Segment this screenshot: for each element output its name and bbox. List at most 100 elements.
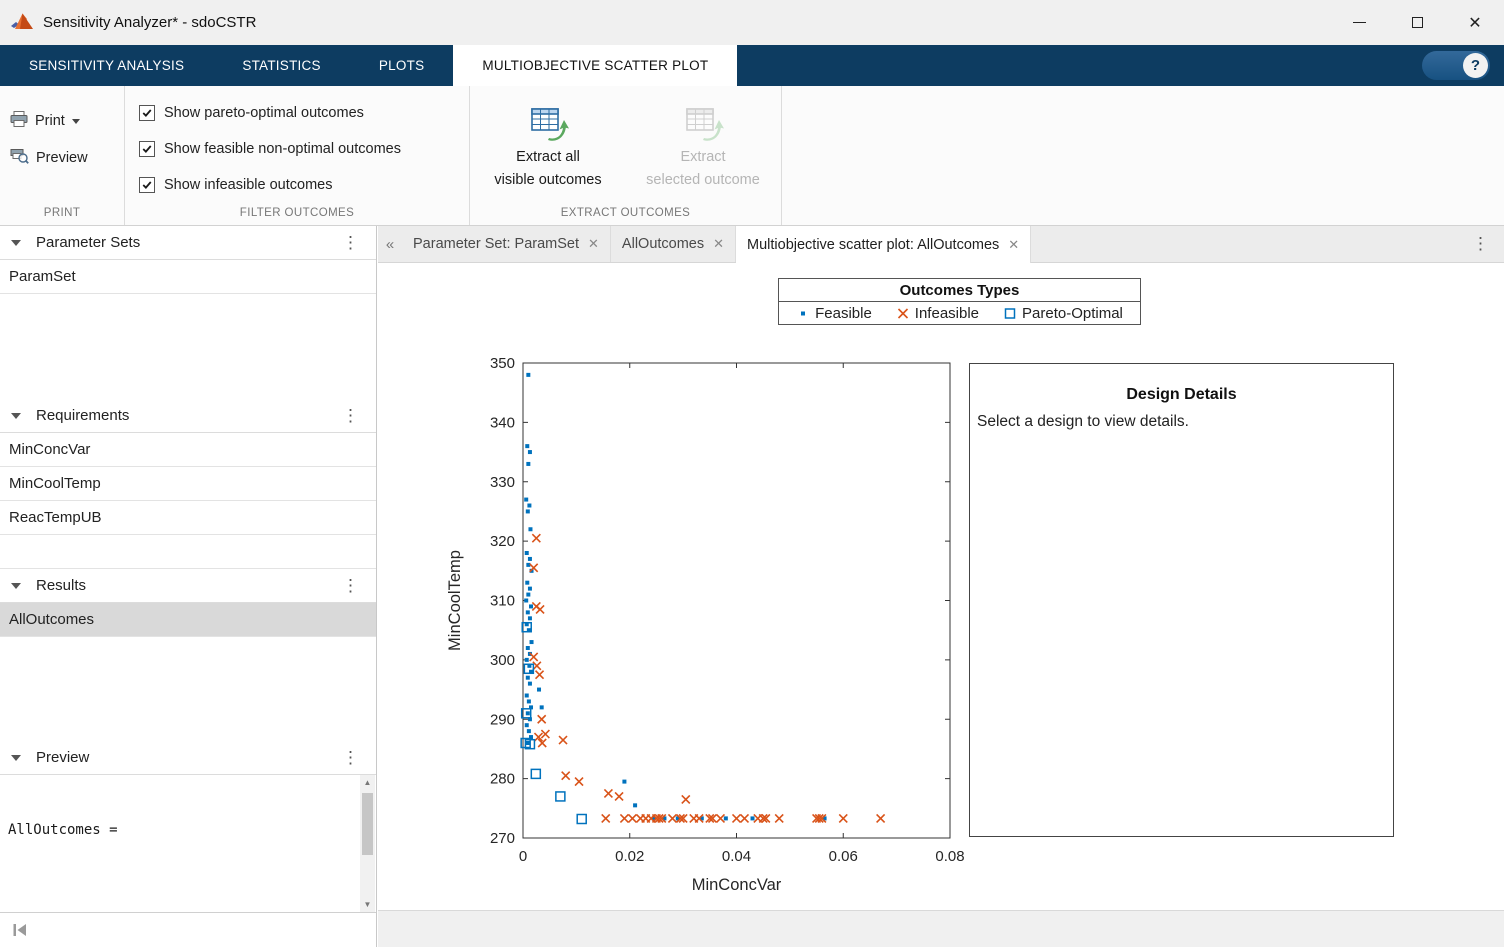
scroll-down-icon[interactable]: ▼: [360, 897, 375, 912]
list-item-alloutcomes[interactable]: AllOutcomes: [0, 603, 376, 637]
checkbox-checked-icon: [139, 105, 155, 121]
chevron-down-icon[interactable]: [11, 582, 21, 589]
print-dropdown-icon[interactable]: [71, 118, 80, 124]
skip-to-start-icon[interactable]: [12, 923, 28, 937]
ribbon-tab-multiobjective-scatter-plot[interactable]: MULTIOBJECTIVE SCATTER PLOT: [453, 45, 738, 86]
list-item-paramset[interactable]: ParamSet: [0, 260, 376, 294]
feasible-point[interactable]: [525, 675, 530, 680]
help-button[interactable]: ?: [1422, 51, 1490, 80]
extract-all-visible-outcomes-button[interactable]: Extract all visible outcomes: [472, 98, 624, 190]
y-tick-label: 300: [490, 652, 515, 669]
feasible-point[interactable]: [524, 723, 529, 728]
feasible-point[interactable]: [527, 450, 532, 455]
feasible-point[interactable]: [525, 610, 530, 615]
feasible-point[interactable]: [525, 444, 530, 449]
feasible-point[interactable]: [529, 604, 534, 609]
print-preview-button[interactable]: Preview: [10, 147, 88, 168]
checkbox-show-pareto-optimal[interactable]: Show pareto-optimal outcomes: [139, 102, 364, 124]
pareto-optimal-point[interactable]: [555, 791, 566, 802]
feasible-point[interactable]: [633, 803, 638, 808]
feasible-point[interactable]: [527, 586, 532, 591]
feasible-point[interactable]: [526, 729, 531, 734]
chevron-down-icon[interactable]: [11, 754, 21, 761]
feasible-point[interactable]: [524, 497, 529, 502]
ribbon-tab-plots[interactable]: PLOTS: [350, 45, 454, 86]
tab-scroll-left-icon[interactable]: «: [378, 226, 402, 262]
sidebar: Parameter Sets ⋮ ParamSet Requirements ⋮…: [0, 226, 377, 947]
feasible-point[interactable]: [723, 816, 728, 821]
tab-alloutcomes[interactable]: AllOutcomes ✕: [611, 226, 737, 262]
maximize-icon: [1411, 17, 1423, 28]
tab-close-icon[interactable]: ✕: [713, 236, 724, 252]
feasible-point[interactable]: [524, 551, 529, 555]
feasible-point[interactable]: [527, 503, 532, 508]
feasible-point[interactable]: [527, 616, 532, 621]
x-axis-label: MinConcVar: [692, 876, 782, 894]
feasible-point[interactable]: [525, 580, 530, 585]
horizontal-scrollbar[interactable]: [378, 910, 1504, 947]
kebab-menu-icon[interactable]: ⋮: [342, 748, 359, 768]
feasible-point[interactable]: [524, 598, 529, 603]
feasible-point[interactable]: [528, 527, 533, 532]
chevron-down-icon[interactable]: [11, 239, 21, 246]
list-item-mincooltemp[interactable]: MinCoolTemp: [0, 467, 376, 501]
feasible-point[interactable]: [622, 779, 627, 784]
feasible-point[interactable]: [526, 592, 531, 597]
scrollbar-thumb[interactable]: [362, 793, 373, 855]
checkbox-checked-icon: [139, 177, 155, 193]
list-item-reactempub[interactable]: ReacTempUB: [0, 501, 376, 535]
ribbon-tab-statistics[interactable]: STATISTICS: [213, 45, 350, 86]
feasible-point[interactable]: [527, 556, 532, 561]
pareto-optimal-point[interactable]: [530, 768, 542, 780]
tab-close-icon[interactable]: ✕: [588, 236, 599, 252]
kebab-menu-icon[interactable]: ⋮: [1472, 234, 1489, 254]
legend-box: Outcomes Types Feasible Infeasible Pareto-…: [778, 278, 1141, 325]
maximize-button[interactable]: [1388, 0, 1446, 45]
kebab-menu-icon[interactable]: ⋮: [342, 576, 359, 596]
feasible-point[interactable]: [526, 372, 531, 377]
print-preview-icon: [10, 147, 29, 168]
kebab-menu-icon[interactable]: ⋮: [342, 233, 359, 253]
feasible-point[interactable]: [526, 461, 531, 466]
extract-section-title: EXTRACT OUTCOMES: [560, 207, 691, 219]
printer-icon: [10, 111, 28, 131]
legend-entry-pareto-optimal: Pareto-Optimal: [1003, 305, 1123, 322]
minimize-button[interactable]: [1330, 0, 1388, 45]
preview-scrollbar[interactable]: ▲ ▼: [360, 775, 375, 912]
feasible-point[interactable]: [525, 646, 530, 650]
tab-parameter-set-paramset[interactable]: Parameter Set: ParamSet ✕: [402, 226, 611, 262]
feasible-point[interactable]: [526, 699, 531, 704]
kebab-menu-icon[interactable]: ⋮: [342, 406, 359, 426]
tab-close-icon[interactable]: ✕: [1008, 237, 1019, 253]
feasible-point[interactable]: [525, 711, 530, 716]
y-tick-label: 320: [490, 533, 515, 550]
chevron-down-icon[interactable]: [11, 412, 21, 419]
feasible-point[interactable]: [537, 687, 542, 692]
legend-label: Infeasible: [914, 305, 980, 322]
feasible-point[interactable]: [527, 681, 532, 686]
close-button[interactable]: ✕: [1446, 0, 1504, 45]
checkbox-show-infeasible[interactable]: Show infeasible outcomes: [139, 174, 332, 196]
feasible-point[interactable]: [525, 741, 530, 745]
scroll-up-icon[interactable]: ▲: [360, 775, 375, 790]
feasible-point[interactable]: [524, 657, 529, 662]
feasible-point[interactable]: [529, 640, 534, 645]
toolstrip: Print Preview PRINT Show pareto-optimal …: [0, 86, 1504, 300]
feasible-point[interactable]: [750, 816, 755, 821]
feasible-point[interactable]: [539, 705, 544, 710]
scatter-plot[interactable]: 0 0.02 0.04 0.06 0.08 270 280 290 300 310 320 330 34…: [438, 348, 978, 908]
tab-multiobjective-scatter-plot[interactable]: Multiobjective scatter plot: AllOutcomes…: [736, 226, 1032, 263]
y-tick-label: 310: [490, 593, 515, 610]
checkbox-show-feasible-non-optimal[interactable]: Show feasible non-optimal outcomes: [139, 138, 401, 160]
filter-section-title: FILTER OUTCOMES: [239, 207, 355, 219]
parameter-sets-title: Parameter Sets: [36, 234, 141, 251]
x-tick-label: 0.08: [935, 848, 964, 865]
print-button[interactable]: Print: [10, 111, 80, 131]
window-title: Sensitivity Analyzer* - sdoCSTR: [43, 14, 257, 31]
feasible-point[interactable]: [524, 693, 529, 698]
pareto-optimal-point[interactable]: [576, 813, 587, 825]
results-empty-area: [0, 637, 376, 741]
ribbon-tab-sensitivity-analysis[interactable]: SENSITIVITY ANALYSIS: [0, 45, 213, 86]
list-item-minconcvar[interactable]: MinConcVar: [0, 433, 376, 467]
feasible-point[interactable]: [525, 509, 530, 514]
